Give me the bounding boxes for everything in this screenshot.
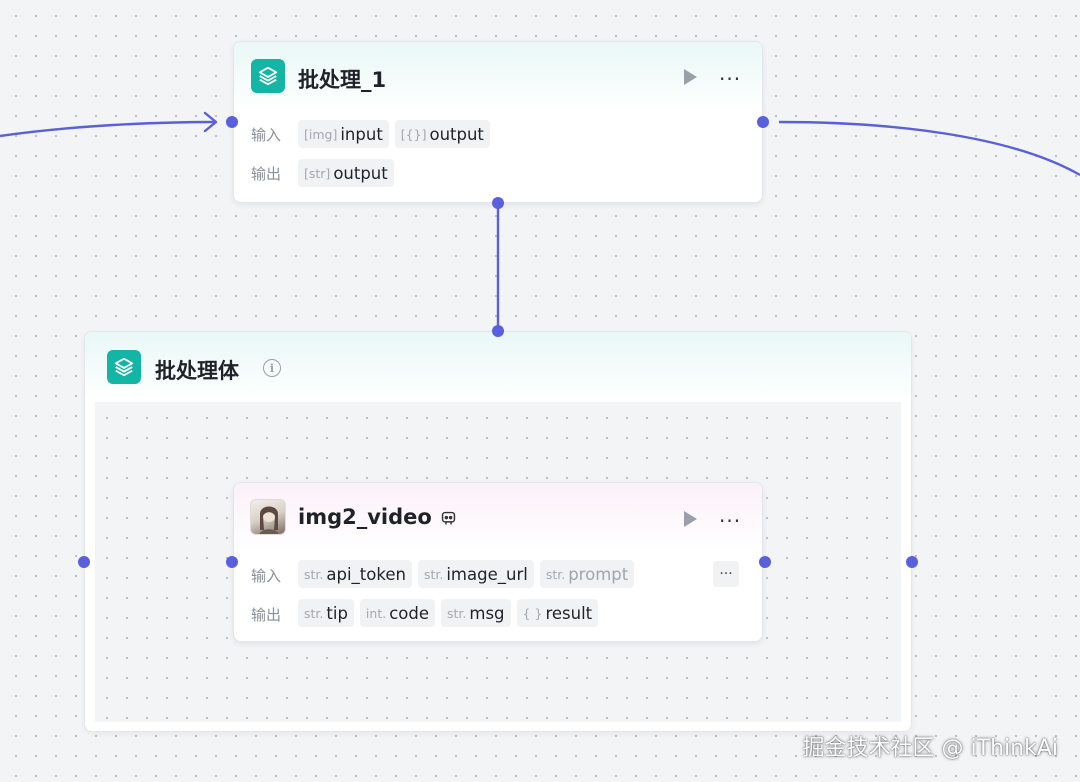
param-name: result [545,603,593,623]
video-output-port[interactable] [759,556,771,568]
batch-node[interactable]: 批处理_1 ··· 输入 [img] input [{}] output 输出 … [233,41,763,203]
info-icon[interactable]: i [263,359,281,377]
video-node[interactable]: img2_video ··· 输入 str. api_token str. im… [233,482,763,642]
input-tag: [img] input [298,120,389,148]
body-start-port[interactable] [78,556,90,568]
type-badge: str. [447,605,467,621]
output-tags: str. tip int. code str. msg { } result [298,599,599,627]
batch-input-port[interactable] [226,116,238,128]
param-name: image_url [446,564,528,584]
more-dots-icon[interactable]: ··· [719,511,741,531]
param-name: output [333,163,388,183]
more-dots-icon[interactable]: ··· [719,69,741,89]
node-title: img2_video [298,505,432,529]
body-top-port[interactable] [492,325,504,337]
play-icon[interactable] [684,511,697,527]
video-input-port[interactable] [226,556,238,568]
edge-out-of-batch [778,120,1080,177]
output-tag: str. tip [298,599,354,627]
layers-icon [251,59,285,93]
param-name: code [389,603,429,623]
input-label: 输入 [251,126,282,144]
output-tag: { } result [516,599,599,627]
input-tag: [{}] output [394,120,490,148]
type-badge: int. [365,605,387,621]
type-badge: str. [545,566,566,582]
input-tag: str. api_token [298,560,412,588]
output-tags: [str] output [298,159,394,187]
input-tag: str. image_url [417,560,534,588]
output-tag: int. code [359,599,435,627]
param-name: api_token [326,564,406,584]
type-badge: [{}] [400,126,427,142]
input-tags: str. api_token str. image_url str. promp… [298,560,635,588]
param-name: tip [326,603,348,623]
output-label: 输出 [251,606,282,624]
edge-arrowhead [203,111,218,133]
type-badge: str. [304,566,324,582]
container-title: 批处理体 [155,359,239,383]
param-name: msg [469,603,505,623]
more-inputs-button[interactable]: ··· [713,561,739,587]
body-end-port[interactable] [906,556,918,568]
plugin-icon [440,510,457,531]
output-tag: str. msg [441,599,511,627]
type-badge: [str] [304,165,331,181]
edge-into-batch [0,120,215,138]
avatar [250,499,286,535]
batch-output-port[interactable] [757,116,769,128]
watermark: 掘金技术社区 @ iThinkAi [802,736,1058,761]
param-name: input [340,124,383,144]
param-name: output [429,124,484,144]
play-icon[interactable] [684,69,697,85]
output-tag: [str] output [298,159,394,187]
node-title: 批处理_1 [298,68,387,92]
batch-body-port[interactable] [492,197,504,209]
type-badge: { } [522,605,543,621]
input-label: 输入 [251,567,282,585]
type-badge: str. [423,566,444,582]
output-label: 输出 [251,165,282,183]
param-name: prompt [568,564,629,584]
type-badge: [img] [304,126,338,142]
type-badge: str. [304,605,324,621]
input-tags: [img] input [{}] output [298,120,490,148]
input-tag: str. prompt [539,560,635,588]
layers-icon [107,350,141,384]
